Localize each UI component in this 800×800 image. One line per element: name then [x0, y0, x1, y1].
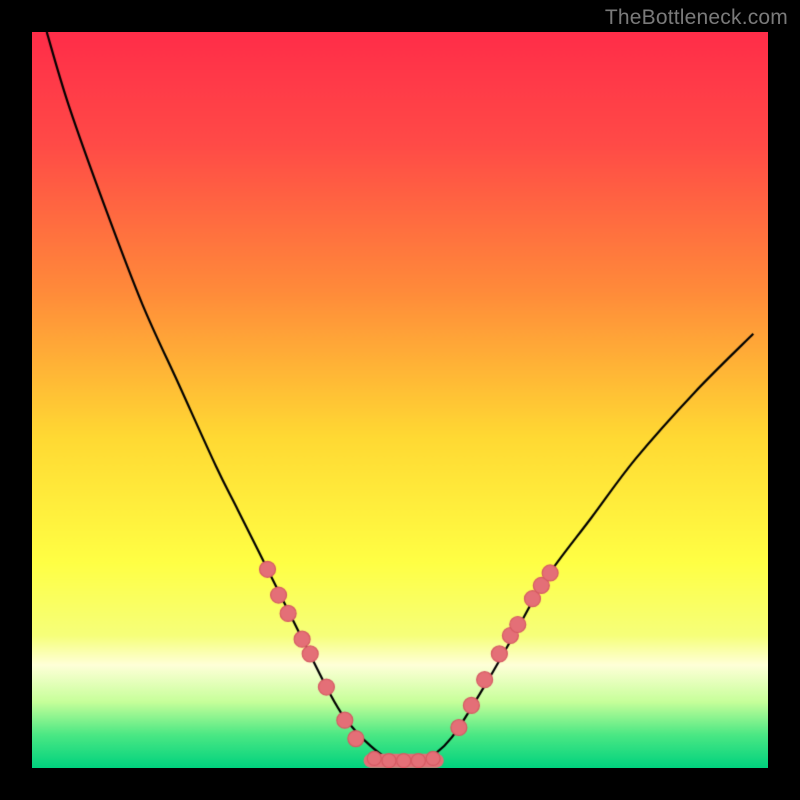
watermark-text: TheBottleneck.com [605, 6, 788, 30]
chart-frame: TheBottleneck.com [0, 0, 800, 800]
bottleneck-chart-canvas [32, 32, 768, 768]
